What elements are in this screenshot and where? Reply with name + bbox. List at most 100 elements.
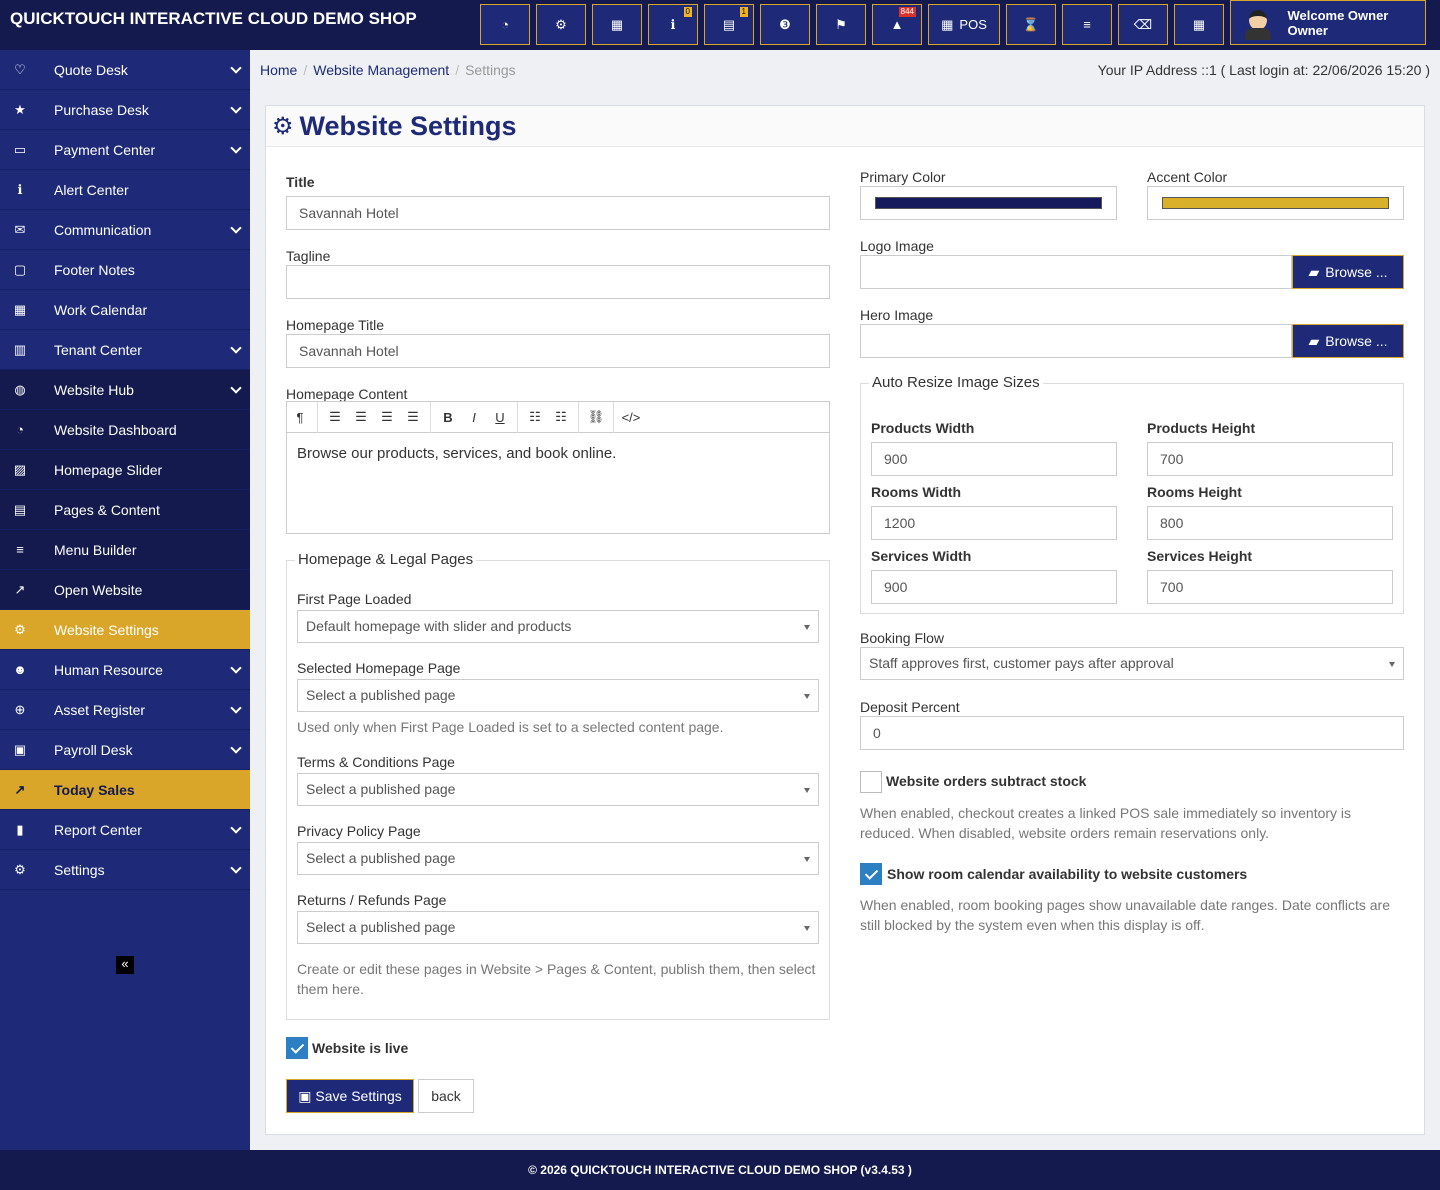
privacy-page-select[interactable]: Select a published page [297, 842, 819, 875]
footer: © 2026 QUICKTOUCH INTERACTIVE CLOUD DEMO… [0, 1150, 1440, 1190]
title-input[interactable]: Savannah Hotel [286, 196, 830, 230]
primary-color-label: Primary Color [860, 169, 946, 185]
align-right-icon[interactable]: ☰ [374, 409, 400, 425]
sidebar-item-footer-notes[interactable]: ▢ Footer Notes [0, 250, 250, 290]
paragraph-icon[interactable]: ¶ [287, 410, 313, 425]
booking-flow-label: Booking Flow [860, 630, 945, 646]
sidebar-item-website-settings[interactable]: ⚙ Website Settings [0, 610, 250, 650]
cogs-button[interactable]: ⚙ [536, 4, 586, 45]
sidebar-item-label: Alert Center [54, 181, 129, 198]
hero-browse-button[interactable]: ▰ Browse ... [1292, 324, 1404, 358]
chevron-down-icon [230, 62, 242, 74]
bullet-list-icon[interactable]: ☷ [522, 409, 548, 425]
subtract-stock-label: Website orders subtract stock [886, 773, 1087, 789]
breadcrumb-home-link[interactable]: Home [260, 62, 297, 78]
save-settings-button[interactable]: ▣ Save Settings [286, 1079, 414, 1113]
italic-icon[interactable]: I [461, 410, 487, 425]
sidebar-item-settings[interactable]: ⚙ Settings [0, 850, 250, 890]
align-center-icon[interactable]: ☰ [348, 409, 374, 425]
windows-icon: ▦ [1192, 16, 1206, 32]
gear-icon: ⚙ [272, 112, 294, 140]
hourglass-button[interactable]: ⌛ [1006, 4, 1056, 45]
products-width-input[interactable]: 900 [871, 442, 1117, 476]
align-justify-icon[interactable]: ☰ [400, 409, 426, 425]
sidebar-item-today-sales[interactable]: ↗ Today Sales [0, 770, 250, 810]
sidebar-item-payment-center[interactable]: ▭ Payment Center [0, 130, 250, 170]
deposit-percent-input[interactable]: 0 [860, 716, 1404, 750]
windows-button[interactable]: ▦ [1174, 4, 1224, 45]
room-calendar-checkbox[interactable] [860, 863, 882, 885]
chevron-down-icon [230, 342, 242, 354]
tagline-input[interactable] [286, 265, 830, 299]
eraser-button[interactable]: ⌫ [1118, 4, 1168, 45]
booking-flow-select[interactable]: Staff approves first, customer pays afte… [860, 647, 1404, 680]
file-text-icon: ▤ [13, 501, 27, 517]
list-icon: ≡ [1083, 17, 1091, 32]
sidebar-item-pages-content[interactable]: ▤ Pages & Content [0, 490, 250, 530]
calendar-button[interactable]: ▤ 1 [704, 4, 754, 45]
selected-homepage-select[interactable]: Select a published page [297, 679, 819, 712]
code-icon[interactable]: </> [618, 410, 644, 425]
tagline-label: Tagline [286, 248, 331, 264]
dashboard-button[interactable]: ◔ [480, 4, 530, 45]
chevron-down-icon [230, 822, 242, 834]
sidebar-item-homepage-slider[interactable]: ▨ Homepage Slider [0, 450, 250, 490]
list-button[interactable]: ≡ [1062, 4, 1112, 45]
rooms-height-input[interactable]: 800 [1147, 506, 1393, 540]
hero-image-input[interactable] [860, 324, 1292, 358]
sidebar-item-open-website[interactable]: ↗ Open Website [0, 570, 250, 610]
css3-button[interactable]: ❸ [760, 4, 810, 45]
sidebar-item-label: Open Website [54, 581, 143, 598]
accent-color-input[interactable] [1147, 186, 1404, 220]
website-live-checkbox[interactable] [286, 1037, 308, 1059]
logo-browse-button[interactable]: ▰ Browse ... [1292, 255, 1404, 289]
sidebar-item-tenant-center[interactable]: ▥ Tenant Center [0, 330, 250, 370]
toolbar-divider [613, 401, 614, 433]
info-button[interactable]: ℹ0 [648, 4, 698, 45]
calculator-button[interactable]: ▦ [592, 4, 642, 45]
homepage-title-input[interactable]: Savannah Hotel [286, 334, 830, 368]
breadcrumb-website-management-link[interactable]: Website Management [313, 62, 449, 78]
sidebar-item-report-center[interactable]: ▮ Report Center [0, 810, 250, 850]
warning-button[interactable]: ▲ 844 [872, 4, 922, 45]
bar-chart-icon: ▮ [16, 821, 24, 837]
sidebar-item-alert-center[interactable]: ℹ Alert Center [0, 170, 250, 210]
products-height-input[interactable]: 700 [1147, 442, 1393, 476]
chevron-down-icon [230, 382, 242, 394]
back-button[interactable]: back [418, 1079, 474, 1113]
sidebar-item-payroll-desk[interactable]: ▣ Payroll Desk [0, 730, 250, 770]
pos-button[interactable]: ▦ POS [928, 4, 1000, 45]
terms-page-select[interactable]: Select a published page [297, 773, 819, 806]
rooms-width-input[interactable]: 1200 [871, 506, 1117, 540]
sidebar-item-quote-desk[interactable]: ♡ Quote Desk [0, 50, 250, 90]
services-height-input[interactable]: 700 [1147, 570, 1393, 604]
align-left-icon[interactable]: ☰ [322, 409, 348, 425]
services-width-input[interactable]: 900 [871, 570, 1117, 604]
bold-icon[interactable]: B [435, 410, 461, 425]
subtract-stock-checkbox[interactable] [860, 771, 882, 793]
logo-image-input[interactable] [860, 255, 1292, 289]
services-height-label: Services Height [1147, 548, 1253, 564]
uk-flag-button[interactable]: ⚑ [816, 4, 866, 45]
sidebar-item-work-calendar[interactable]: ▦ Work Calendar [0, 290, 250, 330]
user-menu-button[interactable]: Welcome Owner Owner [1230, 0, 1426, 45]
sidebar-item-asset-register[interactable]: ⊕ Asset Register [0, 690, 250, 730]
collapse-sidebar-button[interactable]: « [116, 956, 134, 974]
sidebar-item-human-resource[interactable]: ☻ Human Resource [0, 650, 250, 690]
save-settings-label: Save Settings [315, 1088, 402, 1104]
numbered-list-icon[interactable]: ☷ [548, 409, 574, 425]
breadcrumb-current: Settings [465, 62, 516, 78]
first-page-select[interactable]: Default homepage with slider and product… [297, 610, 819, 643]
returns-page-select[interactable]: Select a published page [297, 911, 819, 944]
sidebar-item-menu-builder[interactable]: ≡ Menu Builder [0, 530, 250, 570]
settings-panel: ⚙ Website Settings Title Savannah Hotel … [265, 105, 1425, 1135]
primary-color-input[interactable] [860, 186, 1117, 220]
underline-icon[interactable]: U [487, 410, 513, 425]
sidebar-item-website-dashboard[interactable]: ◔ Website Dashboard [0, 410, 250, 450]
sidebar-item-purchase-desk[interactable]: ★ Purchase Desk [0, 90, 250, 130]
sidebar-item-communication[interactable]: ✉ Communication [0, 210, 250, 250]
chevron-down-icon [230, 102, 242, 114]
editor-content[interactable]: Browse our products, services, and book … [287, 433, 829, 474]
link-icon[interactable]: ⛓ [583, 409, 609, 425]
sidebar-item-website-hub[interactable]: ◍ Website Hub [0, 370, 250, 410]
